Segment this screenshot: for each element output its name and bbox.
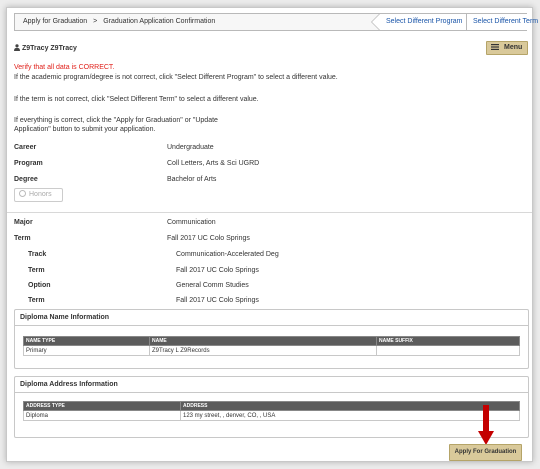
option-label: Option: [28, 282, 51, 289]
hamburger-icon: [491, 43, 499, 51]
career-label: Career: [14, 144, 37, 151]
track-term-value: Fall 2017 UC Colo Springs: [176, 267, 259, 274]
option-term-value: Fall 2017 UC Colo Springs: [176, 297, 259, 304]
honors-button[interactable]: Honors: [14, 188, 63, 202]
major-value: Communication: [167, 219, 216, 226]
term-value: Fall 2017 UC Colo Springs: [167, 235, 250, 242]
table-header-row: ADDRESS TYPE ADDRESS: [23, 401, 520, 411]
degree-label: Degree: [14, 176, 38, 183]
table-cell: Primary: [23, 345, 150, 356]
annotation-arrow-icon: [478, 405, 494, 445]
table-row: Diploma 123 my street, , denver, CO, , U…: [23, 410, 520, 421]
column-header: NAME SUFFIX: [376, 336, 520, 346]
person-icon: [14, 44, 20, 51]
menu-label: Menu: [504, 44, 523, 51]
term-hint: If the term is not correct, click "Selec…: [14, 96, 259, 103]
breadcrumb-separator: >: [93, 18, 98, 25]
breadcrumb-parent[interactable]: Apply for Graduation: [23, 18, 87, 25]
table-cell: 123 my street, , denver, CO, , USA: [180, 410, 520, 421]
verify-message: Verify that all data is CORRECT.: [14, 64, 115, 71]
table-cell: [376, 345, 520, 356]
menu-button[interactable]: Menu: [486, 41, 528, 55]
column-header: NAME: [149, 336, 377, 346]
degree-value: Bachelor of Arts: [167, 176, 217, 183]
diploma-address-title: Diploma Address Information: [15, 377, 528, 393]
diploma-address-group: Diploma Address Information ADDRESS TYPE…: [14, 376, 529, 438]
column-header: ADDRESS TYPE: [23, 401, 181, 411]
diploma-name-title: Diploma Name Information: [15, 310, 528, 326]
program-value: Coll Letters, Arts & Sci UGRD: [167, 160, 260, 167]
select-different-term-button[interactable]: Select Different Term: [466, 14, 538, 30]
breadcrumb: Apply for Graduation > Graduation Applic…: [23, 18, 215, 25]
track-term-label: Term: [28, 267, 45, 274]
user-name: Z9Tracy Z9Tracy: [14, 43, 77, 52]
table-header-row: NAME TYPE NAME NAME SUFFIX: [23, 336, 520, 346]
career-value: Undergraduate: [167, 144, 214, 151]
table-cell: Diploma: [23, 410, 181, 421]
option-value: General Comm Studies: [176, 282, 249, 289]
track-value: Communication-Accelerated Deg: [176, 251, 279, 258]
honors-label: Honors: [29, 191, 52, 198]
radio-circle-icon: [19, 189, 26, 197]
select-different-program-button[interactable]: Select Different Program: [371, 13, 466, 31]
breadcrumb-bar: Apply for Graduation > Graduation Applic…: [14, 13, 538, 31]
diploma-name-table: NAME TYPE NAME NAME SUFFIX Primary Z9Tra…: [23, 336, 520, 356]
diploma-name-group: Diploma Name Information NAME TYPE NAME …: [14, 309, 529, 369]
term-label: Term: [14, 235, 31, 242]
track-label: Track: [28, 251, 47, 258]
major-label: Major: [14, 219, 33, 226]
option-term-label: Term: [28, 297, 45, 304]
user-name-text: Z9Tracy Z9Tracy: [22, 45, 77, 52]
table-cell: Z9Tracy L Z9Records: [149, 345, 377, 356]
program-label: Program: [14, 160, 43, 167]
column-header: NAME TYPE: [23, 336, 150, 346]
divider: [7, 212, 532, 213]
submit-hint-line-2: Application" button to submit your appli…: [14, 126, 156, 133]
table-row: Primary Z9Tracy L Z9Records: [23, 345, 520, 356]
column-header: ADDRESS: [180, 401, 520, 411]
main-panel: Apply for Graduation > Graduation Applic…: [6, 7, 538, 462]
diploma-address-table: ADDRESS TYPE ADDRESS Diploma 123 my stre…: [23, 401, 520, 421]
breadcrumb-current: Graduation Application Confirmation: [103, 18, 216, 25]
apply-for-graduation-button[interactable]: Apply For Graduation: [449, 444, 522, 461]
program-hint: If the academic program/degree is not co…: [14, 74, 338, 81]
submit-hint-line-1: If everything is correct, click the "App…: [14, 117, 218, 124]
